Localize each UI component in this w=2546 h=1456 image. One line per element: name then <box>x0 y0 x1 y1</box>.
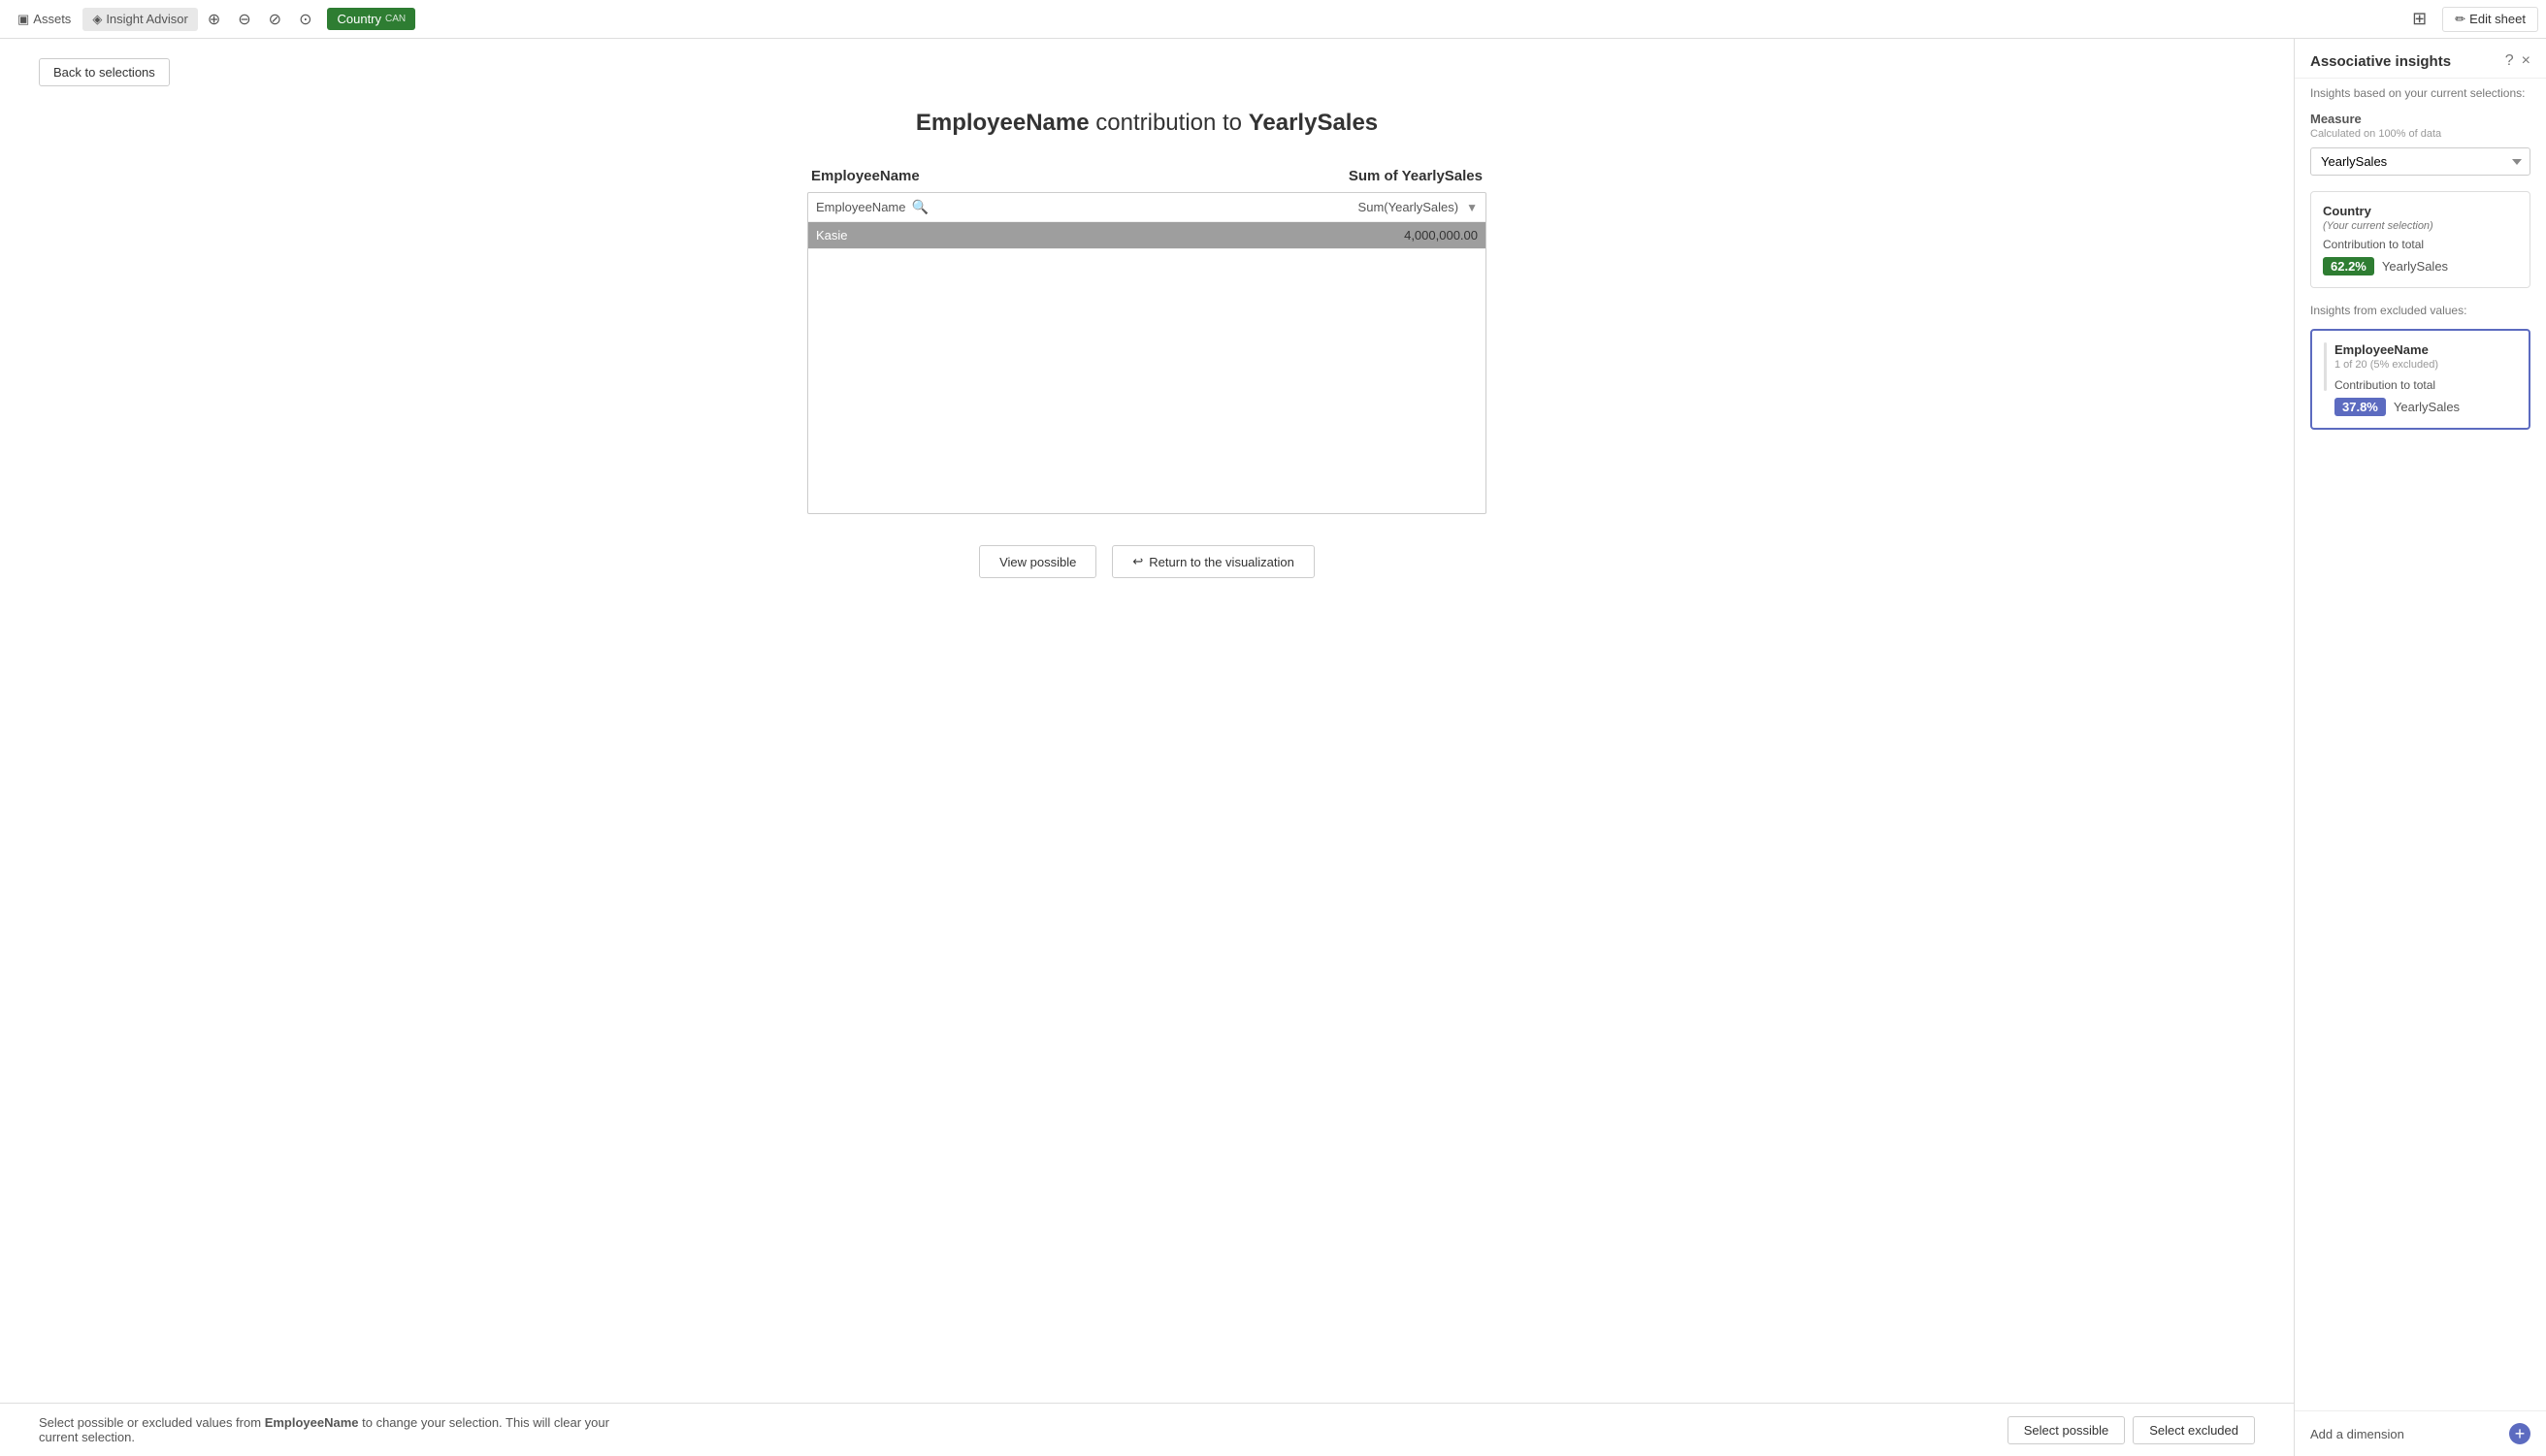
measure-section: Measure Calculated on 100% of data Yearl… <box>2295 104 2546 183</box>
card-contribution-label: Contribution to total <box>2323 238 2518 251</box>
table-headers: EmployeeName Sum of YearlySales <box>807 168 1486 184</box>
excluded-card: EmployeeName 1 of 20 (5% excluded) Contr… <box>2310 329 2530 430</box>
bottom-bar-text: Select possible or excluded values from … <box>39 1415 621 1444</box>
excluded-card-sub: 1 of 20 (5% excluded) <box>2334 359 2517 371</box>
add-dimension-label: Add a dimension <box>2310 1427 2404 1441</box>
table-toolbar: EmployeeName 🔍 Sum(YearlySales) ▼ <box>808 193 1485 222</box>
edit-pencil-icon: ✏ <box>2455 12 2465 27</box>
country-tab-sub: CAN <box>385 14 406 24</box>
main-content: Back to selections EmployeeName contribu… <box>0 39 2294 1456</box>
page-title-measure: YearlySales <box>1249 110 1378 136</box>
col-dimension-label: EmployeeName <box>811 168 920 184</box>
contribution-row-green: 62.2% YearlySales <box>2323 257 2518 275</box>
select-excluded-button[interactable]: Select excluded <box>2133 1416 2255 1444</box>
return-arrow-icon: ↩ <box>1132 554 1143 569</box>
col-measure-label: Sum of YearlySales <box>1349 168 1483 184</box>
add-dimension-button[interactable]: + <box>2509 1423 2530 1444</box>
table-section: EmployeeName Sum of YearlySales Employee… <box>807 168 1486 514</box>
assets-label: Assets <box>33 12 71 26</box>
close-panel-button[interactable]: × <box>2522 52 2530 70</box>
row-yearly-sales: 4,000,000.00 <box>1404 228 1478 243</box>
excluded-section-label: Insights from excluded values: <box>2295 296 2546 321</box>
help-button[interactable]: ? <box>2505 52 2514 70</box>
return-visualization-button[interactable]: ↩ Return to the visualization <box>1112 545 1315 578</box>
excluded-card-content: EmployeeName 1 of 20 (5% excluded) Contr… <box>2334 342 2517 416</box>
panel-title: Associative insights <box>2310 53 2451 70</box>
panel-header-icons: ? × <box>2505 52 2530 70</box>
back-label: Back to selections <box>53 65 155 80</box>
select-possible-button[interactable]: Select possible <box>2007 1416 2125 1444</box>
excluded-contribution-label: Contribution to total <box>2334 378 2517 392</box>
right-panel: Associative insights ? × Insights based … <box>2294 39 2546 1456</box>
panel-subtitle: Insights based on your current selection… <box>2295 79 2546 104</box>
contrib-badge-green: 62.2% <box>2323 257 2374 275</box>
bottom-text-prefix: Select possible or excluded values from <box>39 1415 265 1430</box>
table-body: Kasie 4,000,000.00 <box>808 222 1485 513</box>
card-your-selection: (Your current selection) <box>2323 220 2518 232</box>
excluded-card-title: EmployeeName <box>2334 342 2517 357</box>
edit-sheet-label: Edit sheet <box>2469 12 2526 26</box>
table-toolbar-right: Sum(YearlySales) ▼ <box>1358 200 1478 214</box>
page-title-middle: contribution to <box>1090 110 1249 136</box>
table-search-icon[interactable]: 🔍 <box>912 199 929 215</box>
measure-sub: Calculated on 100% of data <box>2310 128 2530 140</box>
measure-dropdown[interactable]: YearlySales <box>2310 147 2530 176</box>
edit-sheet-button[interactable]: ✏ Edit sheet <box>2442 7 2538 32</box>
tool-lasso[interactable]: ⊘ <box>261 6 289 33</box>
bar-line <box>2324 342 2327 391</box>
assets-button[interactable]: ▣ Assets <box>8 8 81 31</box>
excluded-card-inner: EmployeeName 1 of 20 (5% excluded) Contr… <box>2324 342 2517 416</box>
contrib-measure-purple: YearlySales <box>2394 400 2460 414</box>
row-employee-name: Kasie <box>816 228 848 243</box>
help-icon: ? <box>2505 52 2514 69</box>
assets-icon: ▣ <box>17 12 29 27</box>
measure-title: Measure <box>2310 112 2530 126</box>
return-viz-label: Return to the visualization <box>1149 555 1294 569</box>
contribution-row-purple: 37.8% YearlySales <box>2334 398 2517 416</box>
table-row[interactable]: Kasie 4,000,000.00 <box>808 222 1485 249</box>
back-to-selections-button[interactable]: Back to selections <box>39 58 170 86</box>
bottom-field-name: EmployeeName <box>265 1415 359 1430</box>
action-buttons: View possible ↩ Return to the visualizat… <box>979 545 1315 578</box>
panel-header: Associative insights ? × <box>2295 39 2546 79</box>
contrib-measure-green: YearlySales <box>2382 259 2448 274</box>
country-tab-label: Country <box>337 12 381 26</box>
view-possible-button[interactable]: View possible <box>979 545 1096 578</box>
select-possible-label: Select possible <box>2024 1423 2108 1438</box>
page-title-dimension: EmployeeName <box>916 110 1090 136</box>
add-icon: + <box>2515 1425 2526 1442</box>
insight-icon: ◈ <box>92 12 102 27</box>
tool-target[interactable]: ⊙ <box>291 6 319 33</box>
add-dimension-row: Add a dimension + <box>2295 1410 2546 1456</box>
contrib-badge-purple: 37.8% <box>2334 398 2386 416</box>
insight-advisor-label: Insight Advisor <box>106 12 188 26</box>
page-title: EmployeeName contribution to YearlySales <box>916 110 1378 137</box>
layout: Back to selections EmployeeName contribu… <box>0 39 2546 1456</box>
tool-zoom-in[interactable]: ⊕ <box>200 6 228 33</box>
main-inner: Back to selections EmployeeName contribu… <box>0 39 2294 1403</box>
grid-view-button[interactable]: ⊞ <box>2404 5 2434 33</box>
view-possible-label: View possible <box>999 555 1076 569</box>
current-selection-card: Country (Your current selection) Contrib… <box>2310 191 2530 288</box>
close-icon: × <box>2522 52 2530 69</box>
tool-buttons: ▣ Assets ◈ Insight Advisor ⊕ ⊖ ⊘ ⊙ <box>8 6 319 33</box>
sort-icon[interactable]: ▼ <box>1466 201 1478 214</box>
bottom-bar: Select possible or excluded values from … <box>0 1403 2294 1456</box>
card-country-title: Country <box>2323 204 2518 218</box>
bottom-bar-actions: Select possible Select excluded <box>2007 1416 2255 1444</box>
data-table: EmployeeName 🔍 Sum(YearlySales) ▼ Kasie … <box>807 192 1486 514</box>
select-excluded-label: Select excluded <box>2149 1423 2238 1438</box>
table-measure-header: Sum(YearlySales) <box>1358 200 1459 214</box>
country-tab[interactable]: Country CAN <box>327 8 415 30</box>
topbar: ▣ Assets ◈ Insight Advisor ⊕ ⊖ ⊘ ⊙ Count… <box>0 0 2546 39</box>
table-toolbar-left: EmployeeName 🔍 <box>816 199 929 215</box>
insight-advisor-button[interactable]: ◈ Insight Advisor <box>82 8 198 31</box>
grid-icon: ⊞ <box>2412 9 2427 28</box>
tool-zoom-out[interactable]: ⊖ <box>230 6 258 33</box>
table-dim-name: EmployeeName <box>816 200 906 214</box>
topbar-right: ⊞ ✏ Edit sheet <box>2404 5 2538 33</box>
